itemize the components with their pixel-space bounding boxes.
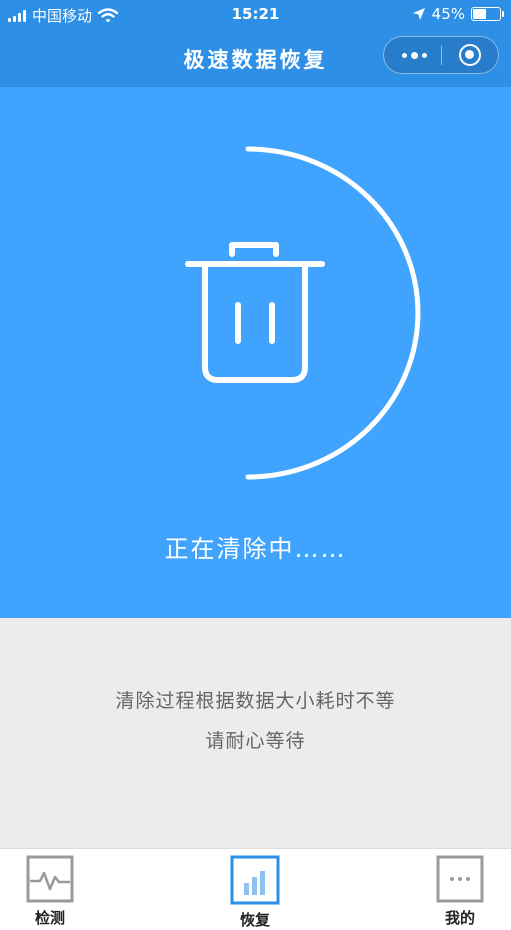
nav-bar: 极速数据恢复 xyxy=(0,30,511,87)
bar-chart-icon xyxy=(230,855,280,905)
battery-icon xyxy=(471,7,504,21)
clearing-panel: 正在清除中…… xyxy=(0,87,511,618)
info-line-duration: 清除过程根据数据大小耗时不等 xyxy=(115,690,396,712)
trash-icon xyxy=(185,242,325,383)
capsule-divider xyxy=(441,46,442,65)
close-miniprogram-icon[interactable] xyxy=(459,44,481,66)
tab-mine[interactable]: 我的 xyxy=(425,855,495,928)
pulse-icon xyxy=(26,855,74,903)
tab-detect-label: 检测 xyxy=(34,909,65,927)
info-panel: 清除过程根据数据大小耗时不等 请耐心等待 xyxy=(0,618,511,848)
tab-recover-label: 恢复 xyxy=(239,911,270,929)
info-line-wait: 请耐心等待 xyxy=(205,730,306,752)
status-right: 45% xyxy=(412,5,504,23)
tab-detect[interactable]: 检测 xyxy=(15,855,85,928)
tab-mine-label: 我的 xyxy=(444,909,475,927)
clearing-status-text: 正在清除中…… xyxy=(164,535,347,563)
tab-recover[interactable]: 恢复 xyxy=(220,855,290,930)
battery-percent: 45% xyxy=(431,5,465,23)
more-icon[interactable] xyxy=(402,52,427,59)
status-bar: 中国移动 15:21 45% xyxy=(0,0,511,30)
ellipsis-icon xyxy=(436,855,484,903)
tab-bar: 检测 恢复 我的 xyxy=(0,848,511,930)
miniprogram-capsule xyxy=(383,36,499,74)
location-icon xyxy=(412,8,425,20)
